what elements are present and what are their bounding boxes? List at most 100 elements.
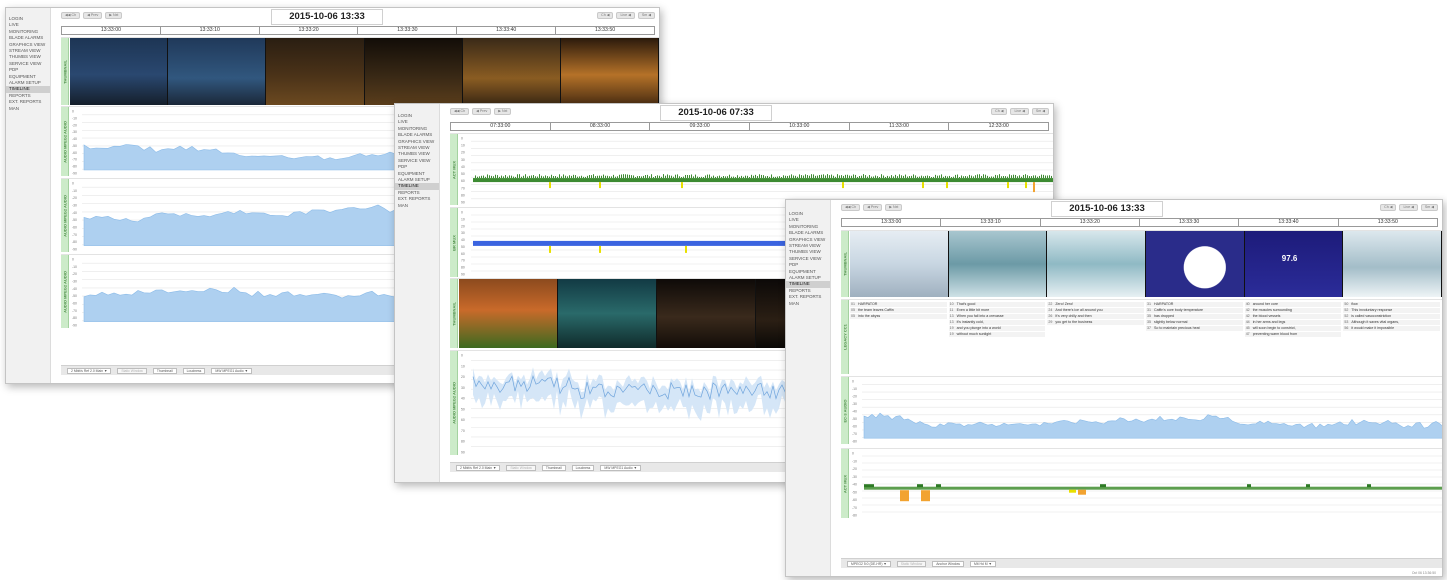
lane-act-mux[interactable]: ACT MUX 0 10 20 30 40 50 60 70 80 90 xyxy=(450,133,1053,205)
bottom-control[interactable]: Mit Hd M ▼ xyxy=(970,561,996,567)
subtitle-row[interactable]: 05 the team leaves Caffin xyxy=(850,308,947,313)
bottom-control[interactable]: Static Window xyxy=(117,368,147,374)
subtitle-row[interactable]: 53 Although it saves vital organs, xyxy=(1343,320,1441,325)
thumbnail[interactable] xyxy=(266,38,365,105)
toolbar-right-button[interactable]: Ch ◀ xyxy=(597,12,614,19)
subtitle-row[interactable]: 13 it's instantly cold, xyxy=(948,320,1046,325)
subtitle-row[interactable]: 52 This involuntary response xyxy=(1343,308,1441,313)
thumbnail[interactable] xyxy=(850,231,949,297)
toolbar-right-button[interactable]: Live ◀ xyxy=(1399,204,1418,211)
subtitle-row[interactable]: 29 you get to the business xyxy=(1047,320,1145,325)
lane-act-mux[interactable]: ACT MUX 0 -10 -20 -30 -40 -50 -60 -70 -80 xyxy=(841,448,1442,518)
audio-graph[interactable]: 0 -10 -20 -30 -40 -50 -60 -70 -80 xyxy=(850,377,1443,445)
sidebar-item-man[interactable]: MAN xyxy=(395,203,439,209)
subtitle-row[interactable]: 35 has dropped xyxy=(1146,314,1243,319)
toolbar-right-button[interactable]: Ch ◀ xyxy=(991,108,1008,115)
lane-thumbnail[interactable]: THUMBNAIL xyxy=(61,37,659,105)
bottom-control[interactable]: Thumbnail xyxy=(152,368,177,374)
bottom-control[interactable]: 2 Mbit/s Ref 2.0 Main ▼ xyxy=(456,465,501,471)
bottom-control[interactable]: 2 Mbit/s Ref 2.0 Main ▼ xyxy=(67,368,112,374)
bottom-control[interactable]: MW MPEG1 Audio ▼ xyxy=(211,368,252,374)
lane-ec3-audio[interactable]: EC-3 AUDIO 0 -10 -20 -30 -40 -50 -60 -70 -80 xyxy=(841,376,1442,444)
subtitle-row[interactable]: 05 into the abyss xyxy=(850,314,947,319)
toolbar-right-button[interactable]: Sm ◀ xyxy=(1420,204,1438,211)
toolbar-left-button[interactable]: ▶ Nxt xyxy=(105,12,123,19)
toolbar-right-button[interactable]: Sm ◀ xyxy=(1031,108,1049,115)
bitrate-graph[interactable]: 0 10 20 30 40 50 60 70 80 90 xyxy=(459,134,1054,206)
toolbar-left-button[interactable]: ◀◀ Ch xyxy=(841,204,861,211)
sidebar-item-man[interactable]: MAN xyxy=(6,106,50,112)
toolbar-left-button[interactable]: ▶ Nxt xyxy=(494,108,512,115)
subtitle-time: 13 xyxy=(949,314,954,318)
toolbar-right-button[interactable]: Live ◀ xyxy=(616,12,635,19)
subtitle-row[interactable]: 22 Zero! Zero! xyxy=(1047,302,1145,307)
lane-thumbnail[interactable]: THUMBNAIL 97.6 xyxy=(841,230,1442,297)
thumbnail[interactable] xyxy=(558,279,657,348)
subtitle-row[interactable]: 42 the blood vessels xyxy=(1244,314,1342,319)
time-ruler[interactable]: 13:33:00 13:33:10 13:33:20 13:33:30 13:33:40… xyxy=(841,218,1438,227)
subtitle-row[interactable]: 47 preventing warm blood from xyxy=(1244,332,1342,337)
time-ruler[interactable]: 07:33:00 08:33:00 09:33:00 10:33:00 11:33:00… xyxy=(450,122,1049,131)
lane-legacy-cc1[interactable]: LEGACY CC1 01 HARPATOR 05 the team leaves C… xyxy=(841,299,1442,374)
subtitle-row[interactable]: 26 It's very chilly and then xyxy=(1047,314,1145,319)
subtitle-row[interactable]: 56 it would make it impossible xyxy=(1343,326,1441,331)
subtitle-row[interactable]: 19 without much sunlight xyxy=(948,332,1046,337)
subtitle-row[interactable]: 31 Caffin's core body temperature xyxy=(1146,308,1243,313)
bitrate-graph[interactable]: 0 -10 -20 -30 -40 -50 -60 -70 -80 xyxy=(850,449,1443,519)
subtitle-row[interactable]: 01 HARPATOR xyxy=(850,302,947,307)
thumbnail[interactable] xyxy=(1047,231,1147,297)
thumbnail[interactable] xyxy=(1343,231,1442,297)
subtitle-row[interactable]: 52 is called vasoconstriction xyxy=(1343,314,1441,319)
subtitle-row[interactable]: 37 So to maintain precious heat xyxy=(1146,326,1243,331)
toolbar-left-button[interactable]: ◀◀ Ch xyxy=(61,12,81,19)
thumbnail[interactable] xyxy=(657,279,756,348)
subtitle-row[interactable]: 44 in her arms and legs xyxy=(1244,320,1342,325)
bottom-control[interactable]: Static Window xyxy=(896,561,927,567)
subtitle-row[interactable]: 13 When you fall into a crevasse xyxy=(948,314,1046,319)
toolbar-right-button[interactable]: Sm ◀ xyxy=(637,12,655,19)
time-ruler[interactable]: 13:33:00 13:33:10 13:33:20 13:33:30 13:33:40… xyxy=(61,26,655,35)
bottom-control[interactable]: MPEG2 5:0 (DE-HR) ▼ xyxy=(847,561,891,567)
bottom-control[interactable]: Anchor Window xyxy=(932,561,964,567)
thumbnail[interactable]: 97.6 xyxy=(1244,231,1344,297)
thumbnail[interactable] xyxy=(948,231,1048,297)
bottom-control[interactable]: MW MPEG1 Audio ▼ xyxy=(600,465,641,471)
scale-label: -30 xyxy=(852,402,857,406)
toolbar-left-button[interactable]: ◀ Prev xyxy=(472,108,492,115)
toolbar-left-button[interactable]: ◀ Prev xyxy=(83,12,103,19)
thumbnail[interactable] xyxy=(168,38,267,105)
bottom-control[interactable]: Loudness xyxy=(182,368,206,374)
toolbar-right-button[interactable]: Ch ◀ xyxy=(1380,204,1397,211)
subtitle-row[interactable]: 10 That's good xyxy=(948,302,1046,307)
bitrate-spike xyxy=(503,176,504,179)
toolbar-left-button[interactable]: ◀◀ Ch xyxy=(450,108,470,115)
subtitle-row[interactable]: 42 the muscles surrounding xyxy=(1244,308,1342,313)
time-tick: 12:33:00 xyxy=(988,123,1009,129)
thumbnail-strip[interactable] xyxy=(70,38,659,105)
subtitle-row[interactable]: 19 and you plunge into a world xyxy=(948,326,1046,331)
subtitle-row[interactable]: 40 around her core xyxy=(1244,302,1342,307)
bottom-control[interactable]: Thumbnail xyxy=(541,465,566,471)
subtitle-text: preventing warm blood from xyxy=(1252,332,1298,336)
subtitle-row[interactable]: 35 slightly below normal xyxy=(1146,320,1243,325)
thumbnail[interactable] xyxy=(560,38,659,105)
sidebar-item-man[interactable]: MAN xyxy=(786,301,830,307)
thumbnail[interactable] xyxy=(364,38,463,105)
thumbnail[interactable] xyxy=(1146,231,1245,297)
bitrate-spike xyxy=(595,176,596,179)
thumbnail[interactable] xyxy=(70,38,169,105)
subtitle-row[interactable]: 31 HARPATOR xyxy=(1146,302,1243,307)
lane-label: THUMBNAIL xyxy=(841,231,849,297)
thumbnail[interactable] xyxy=(459,279,558,348)
bottom-control[interactable]: Loudness xyxy=(571,465,595,471)
subtitle-row[interactable]: 50 flow xyxy=(1343,302,1441,307)
toolbar-left-button[interactable]: ▶ Nxt xyxy=(885,204,903,211)
thumbnail-strip[interactable]: 97.6 xyxy=(850,231,1442,297)
subtitle-row[interactable]: 11 Even a little bit more xyxy=(948,308,1046,313)
subtitle-row[interactable]: 45 will soon begin to constrict, xyxy=(1244,326,1342,331)
bottom-control[interactable]: Static Window xyxy=(506,465,536,471)
toolbar-right-button[interactable]: Live ◀ xyxy=(1010,108,1029,115)
thumbnail[interactable] xyxy=(462,38,561,105)
toolbar-left-button[interactable]: ◀ Prev xyxy=(863,204,883,211)
subtitle-row[interactable]: 24 And there's ice all around you xyxy=(1047,308,1145,313)
